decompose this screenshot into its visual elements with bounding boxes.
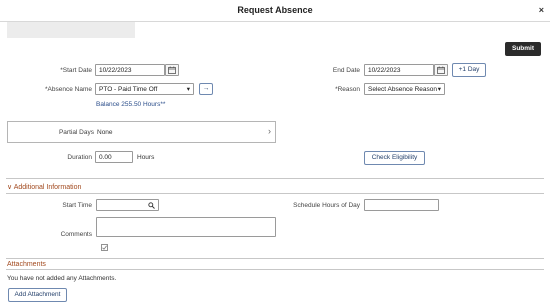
chevron-down-icon: ▾: [186, 86, 190, 93]
chevron-right-icon: ›: [268, 126, 271, 136]
submit-button[interactable]: Submit: [505, 42, 541, 56]
reason-select[interactable]: Select Absence Reason ▾: [364, 83, 445, 95]
reason-label: *Reason: [335, 86, 360, 93]
partial-days-label: Partial Days: [58, 129, 94, 136]
calendar-icon: [437, 66, 445, 74]
duration-label: Duration: [67, 154, 92, 161]
comments-textarea[interactable]: [96, 217, 276, 237]
calendar-icon: [168, 66, 176, 74]
header-placeholder: [7, 22, 135, 38]
chevron-down-icon: ▾: [437, 86, 441, 93]
search-icon: [148, 202, 155, 209]
absence-name-value: PTO - Paid Time Off: [99, 86, 158, 93]
close-icon[interactable]: ×: [539, 5, 544, 15]
partial-days-row[interactable]: Partial Days None ›: [7, 121, 276, 143]
add-attachment-button[interactable]: Add Attachment: [8, 288, 67, 302]
section-divider: [6, 258, 544, 259]
duration-input[interactable]: 0.00: [95, 151, 133, 163]
absence-details-arrow-button[interactable]: →: [199, 83, 213, 95]
spellcheck-glyph: [101, 244, 108, 251]
spellcheck-icon[interactable]: [101, 244, 108, 253]
end-date-calendar-button[interactable]: [434, 64, 448, 76]
attachments-title: Attachments: [7, 261, 46, 268]
attachments-empty-text: You have not added any Attachments.: [7, 275, 117, 282]
dialog-title: Request Absence: [237, 5, 313, 15]
start-time-input[interactable]: [96, 199, 159, 211]
additional-information-toggle[interactable]: ∨ Additional Information: [7, 183, 81, 191]
start-date-input[interactable]: 10/22/2023: [95, 64, 165, 76]
request-absence-dialog: Request Absence × Submit *Start Date 10/…: [0, 0, 550, 308]
end-date-label: End Date: [332, 67, 360, 74]
reason-value: Select Absence Reason: [368, 86, 438, 93]
dialog-titlebar: Request Absence ×: [0, 0, 550, 22]
start-date-label: *Start Date: [60, 67, 92, 74]
end-date-input[interactable]: 10/22/2023: [364, 64, 434, 76]
schedule-hours-input[interactable]: [364, 199, 439, 211]
absence-name-select[interactable]: PTO - Paid Time Off ▾: [95, 83, 194, 95]
section-divider: [6, 193, 544, 194]
duration-unit: Hours: [137, 154, 155, 161]
chevron-down-icon: ∨: [7, 184, 13, 191]
comments-label: Comments: [60, 231, 92, 238]
absence-name-label: *Absence Name: [45, 86, 92, 93]
balance-link[interactable]: Balance 255.50 Hours**: [96, 101, 165, 108]
plus-one-day-button[interactable]: +1 Day: [452, 63, 486, 77]
partial-days-value: None: [97, 129, 113, 136]
start-date-calendar-button[interactable]: [165, 64, 179, 76]
additional-information-title: Additional Information: [13, 184, 82, 191]
check-eligibility-button[interactable]: Check Eligibility: [364, 151, 425, 165]
schedule-hours-label: Schedule Hours of Day: [293, 202, 360, 209]
start-time-label: Start Time: [62, 202, 92, 209]
section-divider: [6, 269, 544, 270]
section-divider: [6, 178, 544, 179]
